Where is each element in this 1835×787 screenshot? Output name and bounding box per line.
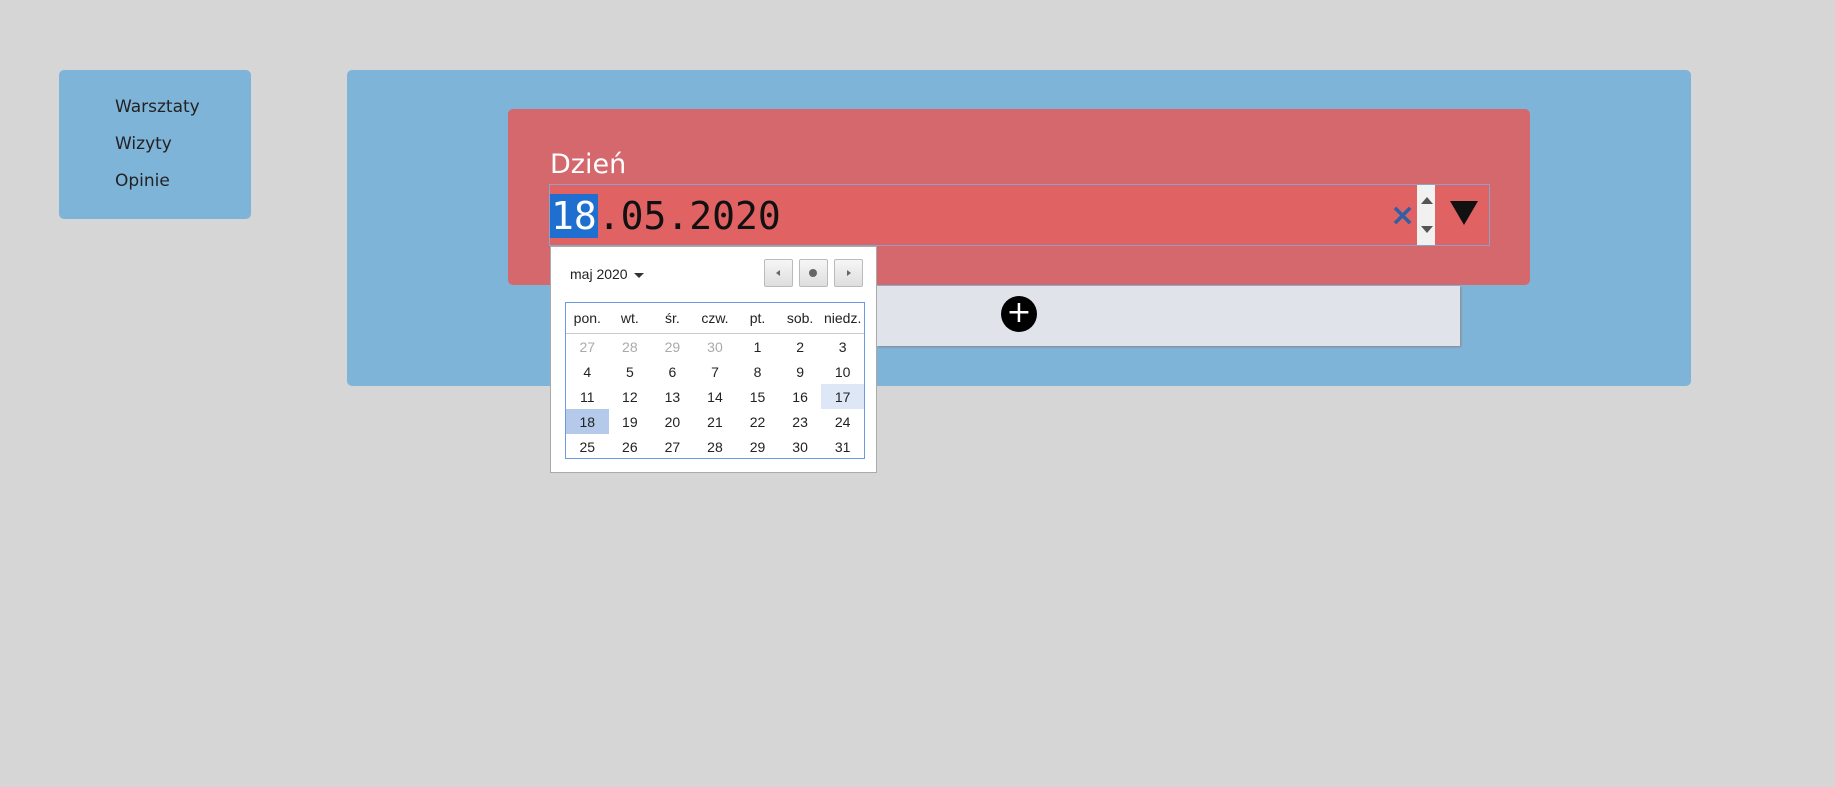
date-rest-segment[interactable]: .05.2020	[598, 194, 781, 238]
calendar-day[interactable]: 22	[736, 409, 779, 434]
calendar-day[interactable]: 9	[779, 359, 822, 384]
weekday-header: sob.	[778, 303, 822, 334]
calendar-day[interactable]: 30	[779, 434, 822, 459]
month-label: maj 2020	[570, 266, 628, 282]
calendar-day[interactable]: 23	[779, 409, 822, 434]
calendar-day[interactable]: 26	[609, 434, 652, 459]
calendar-day[interactable]: 24	[821, 409, 864, 434]
close-icon[interactable]: ×	[1390, 201, 1415, 231]
prev-month-button[interactable]	[764, 259, 793, 287]
calendar-day[interactable]: 17	[821, 384, 864, 409]
calendar-day[interactable]: 2	[779, 334, 822, 360]
spin-down-icon[interactable]	[1421, 226, 1433, 233]
today-button[interactable]	[799, 259, 828, 287]
calendar-day[interactable]: 14	[694, 384, 737, 409]
chevron-left-icon	[776, 270, 780, 276]
calendar-day[interactable]: 20	[651, 409, 694, 434]
calendar-week-row: 4 5 6 7 8 9 10	[566, 359, 864, 384]
calendar-week-row: 11 12 13 14 15 16 17	[566, 384, 864, 409]
calendar-day[interactable]: 27	[566, 334, 609, 360]
calendar-day[interactable]: 28	[609, 334, 652, 360]
weekday-header: czw.	[693, 303, 737, 334]
sidebar-item-warsztaty[interactable]: Warsztaty	[115, 96, 251, 133]
calendar-week-row: 27 28 29 30 1 2 3	[566, 334, 864, 360]
calendar-day[interactable]: 18	[566, 409, 609, 434]
month-select[interactable]: maj 2020	[570, 266, 644, 282]
calendar-day[interactable]: 4	[566, 359, 609, 384]
sidebar-item-wizyty[interactable]: Wizyty	[115, 133, 251, 170]
calendar-day[interactable]: 31	[821, 434, 864, 459]
calendar-grid: pon. wt. śr. czw. pt. sob. niedz. 27 28 29 30 1 2 3 4…	[565, 302, 865, 459]
spinner[interactable]	[1417, 185, 1435, 245]
calendar-day[interactable]: 15	[736, 384, 779, 409]
calendar-day[interactable]: 28	[694, 434, 737, 459]
calendar-week-row: 25 26 27 28 29 30 31	[566, 434, 864, 459]
chevron-right-icon	[847, 270, 851, 276]
calendar-day[interactable]: 27	[651, 434, 694, 459]
add-button[interactable]: +	[1001, 296, 1037, 332]
sidebar: Warsztaty Wizyty Opinie	[59, 70, 251, 219]
calendar-day[interactable]: 16	[779, 384, 822, 409]
weekday-header: wt.	[608, 303, 652, 334]
calendar-day[interactable]: 3	[821, 334, 864, 360]
next-month-button[interactable]	[834, 259, 863, 287]
plus-icon: +	[1006, 295, 1032, 330]
calendar-day[interactable]: 7	[694, 359, 737, 384]
calendar-day[interactable]: 11	[566, 384, 609, 409]
calendar-day[interactable]: 25	[566, 434, 609, 459]
sidebar-item-opinie[interactable]: Opinie	[115, 170, 251, 207]
calendar-day[interactable]: 5	[609, 359, 652, 384]
calendar-day[interactable]: 29	[651, 334, 694, 360]
calendar-day[interactable]: 10	[821, 359, 864, 384]
date-value[interactable]: 18.05.2020	[550, 192, 781, 240]
date-input[interactable]: 18.05.2020 ×	[549, 184, 1490, 246]
calendar-day[interactable]: 8	[736, 359, 779, 384]
calendar-day[interactable]: 19	[609, 409, 652, 434]
calendar-day[interactable]: 13	[651, 384, 694, 409]
weekday-header: pt.	[736, 303, 779, 334]
calendar-day[interactable]: 30	[694, 334, 737, 360]
add-bar	[877, 286, 1460, 346]
calendar-day[interactable]: 12	[609, 384, 652, 409]
calendar-day[interactable]: 6	[651, 359, 694, 384]
dot-icon	[809, 269, 817, 277]
calendar-day[interactable]: 29	[736, 434, 779, 459]
calendar-week-row: 18 19 20 21 22 23 24	[566, 409, 864, 434]
weekday-header: niedz.	[821, 303, 864, 334]
caret-down-icon	[633, 272, 644, 278]
date-day-segment[interactable]: 18	[550, 194, 598, 238]
weekday-header: pon.	[566, 303, 609, 334]
calendar-day[interactable]: 21	[694, 409, 737, 434]
spin-up-icon[interactable]	[1421, 197, 1433, 204]
calendar-popup: maj 2020 pon. wt. śr. czw. pt. sob. niedz. 27 2…	[550, 246, 877, 473]
calendar-day[interactable]: 1	[736, 334, 779, 360]
day-label: Dzień	[550, 149, 627, 180]
triangle-down-icon[interactable]	[1450, 201, 1478, 225]
weekday-header: śr.	[651, 303, 694, 334]
